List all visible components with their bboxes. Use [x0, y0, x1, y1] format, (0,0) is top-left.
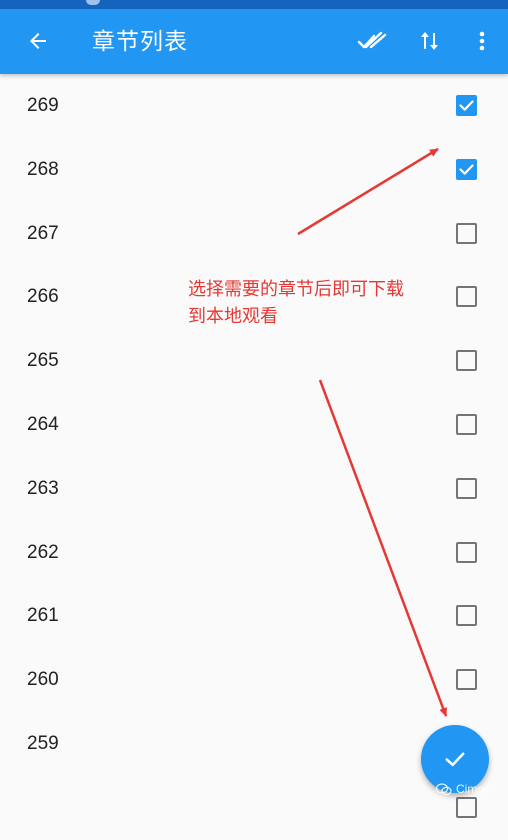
chapter-number: 264: [27, 414, 59, 435]
chapter-number: 262: [27, 541, 59, 563]
chapter-row[interactable]: 262: [0, 521, 508, 585]
watermark: Cimoc: [436, 780, 490, 798]
chapter-number: 265: [27, 350, 59, 372]
annotation-line-2: 到本地观看: [188, 306, 278, 327]
wechat-icon: [436, 782, 452, 795]
annotation-line-1: 选择需要的章节后即可下载: [188, 279, 404, 300]
checkbox[interactable]: [456, 796, 477, 818]
chapter-number: 266: [27, 286, 59, 308]
double-check-icon[interactable]: [352, 23, 392, 59]
arrow-back-icon[interactable]: [20, 23, 56, 59]
watermark-text: Cimoc: [456, 782, 491, 796]
page-title: 章节列表: [92, 29, 188, 55]
checkbox[interactable]: [456, 605, 477, 627]
annotation-text: 选择需要的章节后即可下载 到本地观看: [188, 276, 448, 330]
chapter-row[interactable]: 260: [0, 648, 508, 712]
checkbox-checked[interactable]: [456, 95, 477, 116]
checkbox[interactable]: [456, 669, 477, 691]
checkbox-checked[interactable]: [456, 158, 477, 180]
chapter-number: 263: [27, 477, 59, 499]
chapter-row[interactable]: 263: [0, 457, 508, 521]
sort-arrows-icon[interactable]: [412, 23, 448, 59]
chapter-row-partial[interactable]: [0, 776, 508, 840]
status-icon: [86, 0, 100, 5]
check-icon: [445, 752, 465, 767]
checkbox[interactable]: [456, 414, 477, 435]
checkbox[interactable]: [456, 477, 477, 499]
more-vert-icon[interactable]: [464, 23, 500, 59]
chapter-number: 267: [27, 222, 59, 244]
chapter-number: 268: [27, 158, 59, 180]
chapter-number: 259: [27, 733, 59, 754]
chapter-row[interactable]: 269: [0, 74, 508, 138]
chapter-row[interactable]: 267: [0, 202, 508, 266]
checkbox[interactable]: [456, 222, 477, 244]
chapter-number: 269: [27, 95, 59, 116]
checkbox[interactable]: [456, 286, 477, 308]
status-bar: [0, 0, 508, 9]
chapter-row[interactable]: 264: [0, 393, 508, 457]
chapter-number: 260: [27, 669, 59, 691]
chapter-row[interactable]: 265: [0, 329, 508, 393]
checkbox[interactable]: [456, 350, 477, 372]
chapter-number: 261: [27, 605, 59, 627]
chapter-row[interactable]: 261: [0, 584, 508, 648]
checkbox[interactable]: [456, 541, 477, 563]
chapter-row[interactable]: 268: [0, 138, 508, 202]
app-bar: 章节列表: [0, 9, 508, 74]
